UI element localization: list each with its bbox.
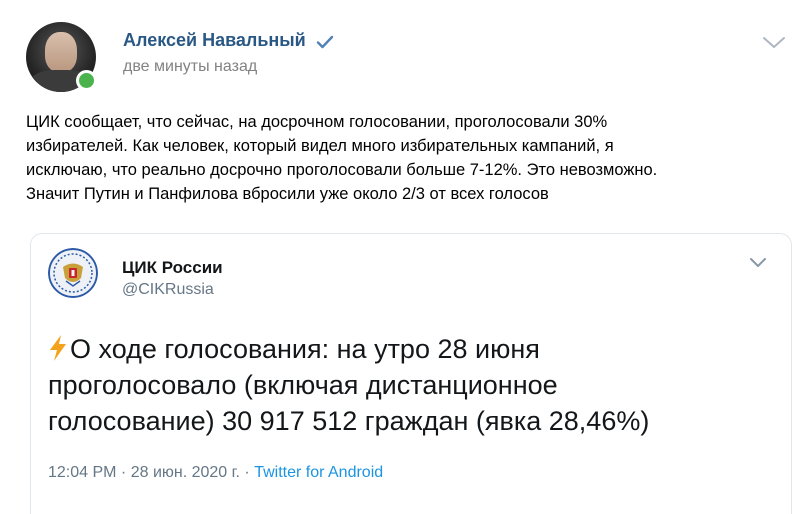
tweet-author-name[interactable]: ЦИК России	[122, 258, 223, 278]
tweet-time[interactable]: 12:04 PM · 28 июн. 2020 г. ·	[48, 464, 250, 481]
tweet-avatar[interactable]	[48, 248, 98, 298]
tweet-text-line: О ходе голосования: на утро 28 июня	[70, 334, 540, 364]
tweet-chevron-down-icon[interactable]	[749, 257, 767, 269]
tweet-meta: 12:04 PM · 28 июн. 2020 г. · Twitter for…	[48, 464, 383, 482]
avatar-face	[45, 32, 77, 72]
chevron-down-icon[interactable]	[762, 36, 786, 50]
post-text-line: ЦИК сообщает, что сейчас, на досрочном г…	[26, 113, 608, 131]
lightning-icon	[50, 335, 66, 361]
tweet-source-link[interactable]: Twitter for Android	[254, 464, 383, 481]
post-text-line: избирателей. Как человек, который видел …	[26, 137, 614, 155]
post-text-line: исключаю, что реально досрочно проголосо…	[26, 161, 658, 179]
cik-emblem-icon	[48, 248, 98, 298]
author-name[interactable]: Алексей Навальный	[123, 30, 306, 51]
tweet-text-line-first: О ходе голосования: на утро 28 июня	[48, 331, 778, 367]
author-avatar[interactable]	[26, 22, 97, 92]
verified-check-icon	[316, 35, 334, 49]
tweet-text-line: голосование) 30 917 512 граждан (явка 28…	[48, 406, 650, 436]
tweet-text-line: проголосовало (включая дистанционное	[48, 370, 558, 400]
online-status-icon	[76, 70, 97, 91]
tweet-text: О ходе голосования: на утро 28 июня прог…	[48, 331, 778, 439]
tweet-author-handle[interactable]: @CIKRussia	[122, 281, 214, 299]
post-time[interactable]: две минуты назад	[123, 58, 257, 76]
embedded-tweet[interactable]: ЦИК России @CIKRussia О ходе голосования…	[30, 233, 792, 514]
post-text: ЦИК сообщает, что сейчас, на досрочном г…	[26, 110, 786, 206]
post-text-line: Значит Путин и Панфилова вбросили уже ок…	[26, 185, 549, 203]
